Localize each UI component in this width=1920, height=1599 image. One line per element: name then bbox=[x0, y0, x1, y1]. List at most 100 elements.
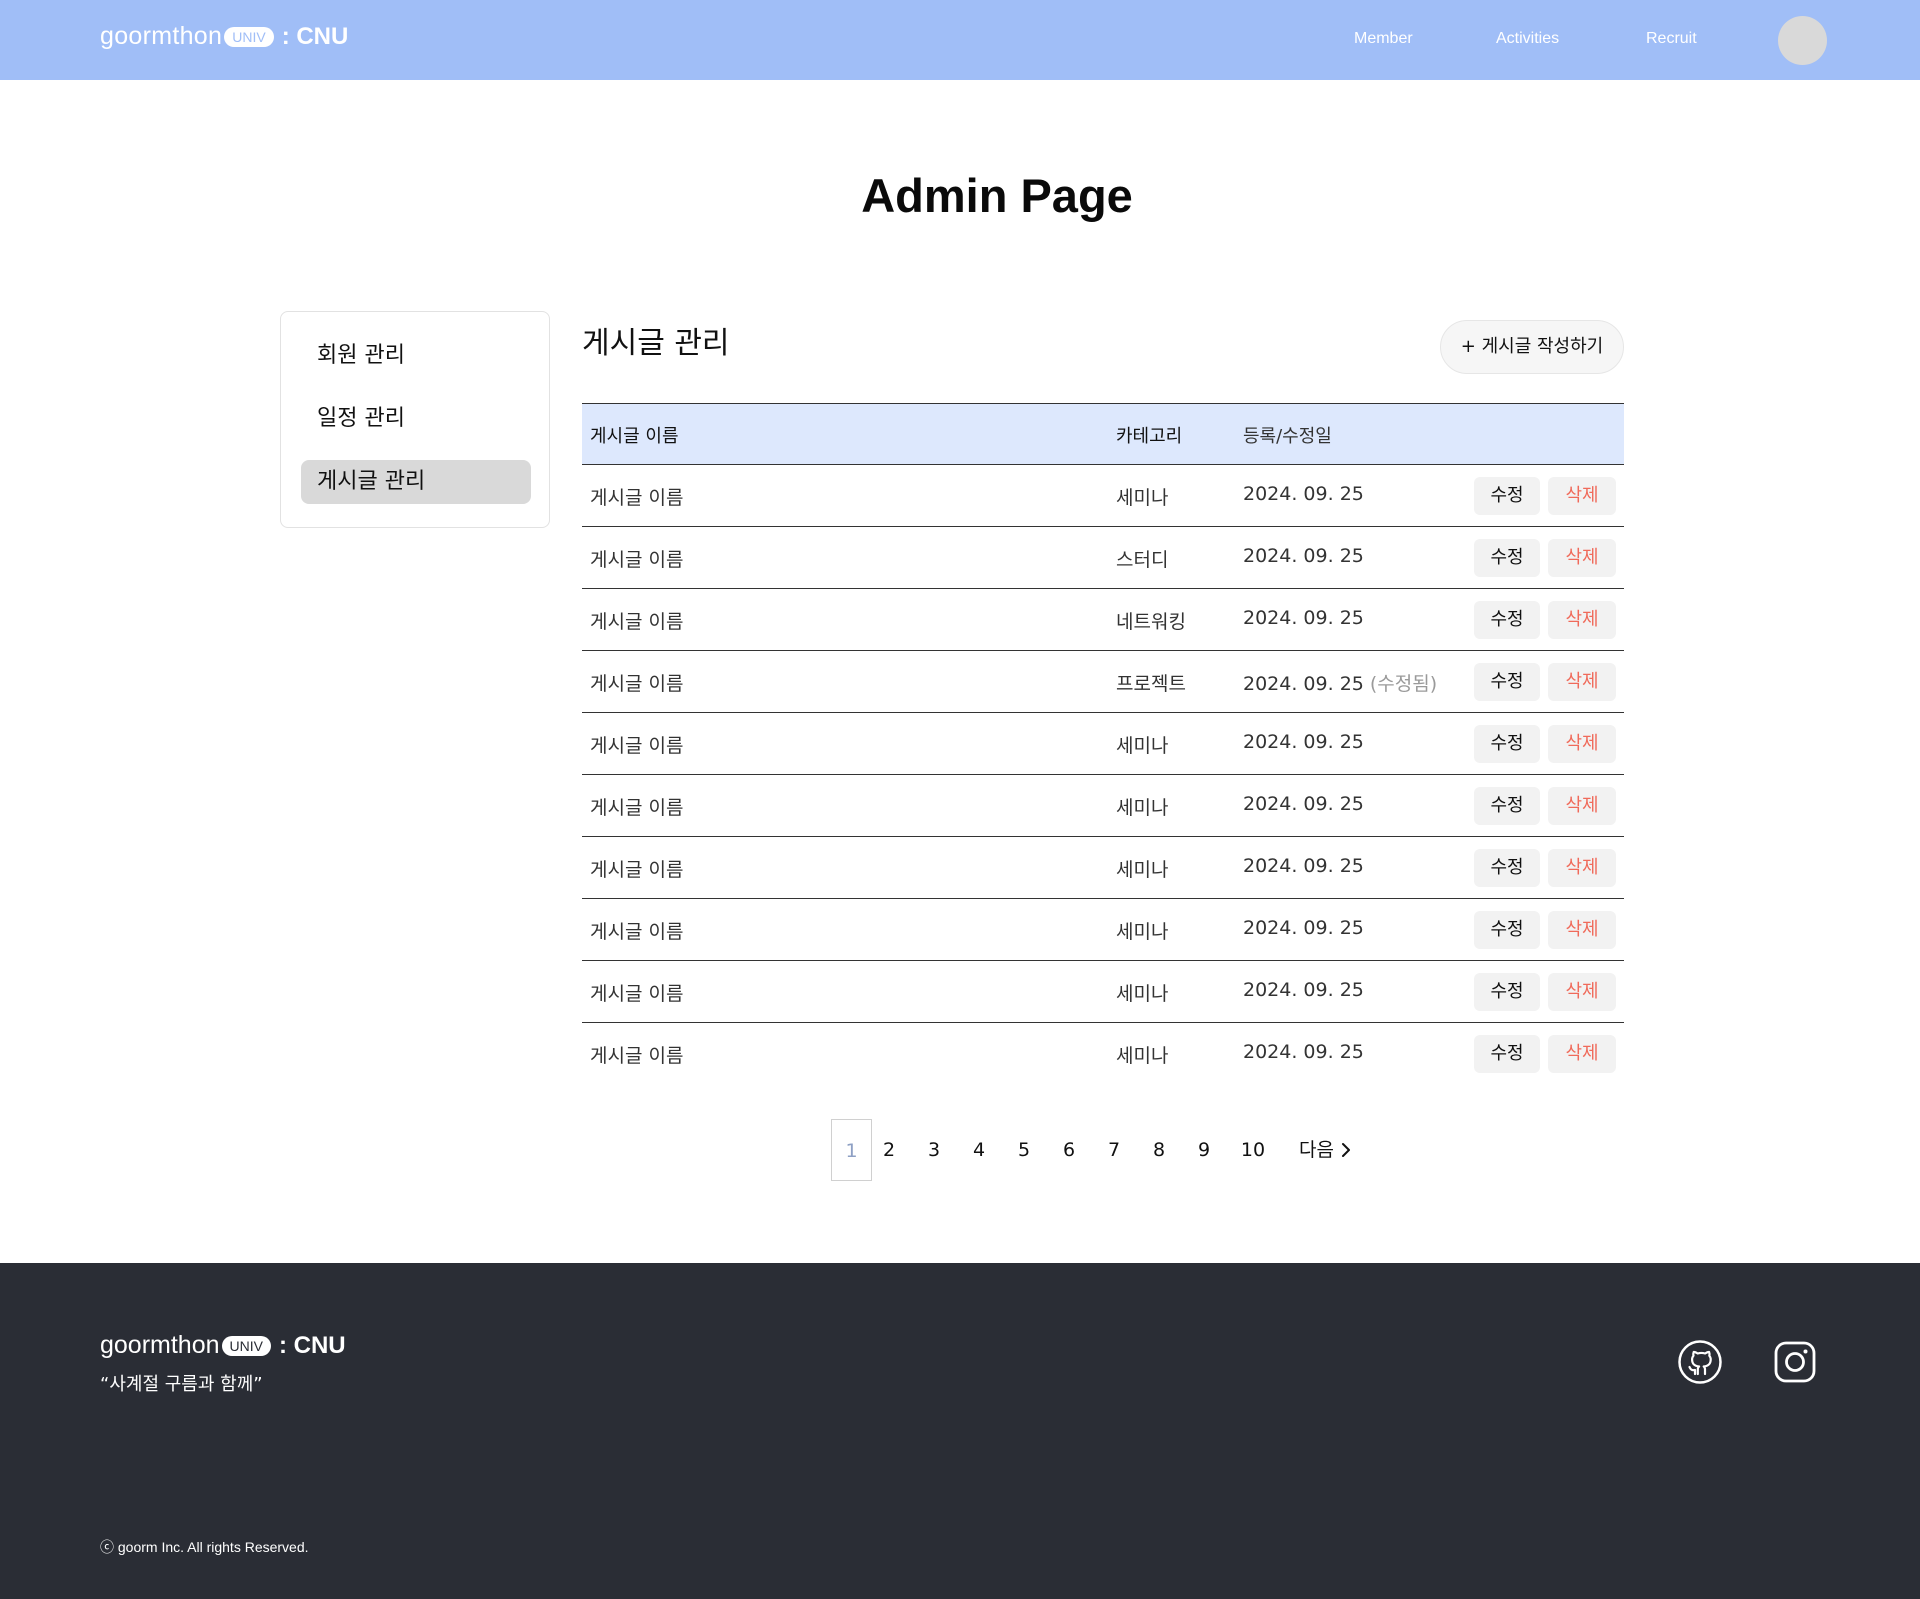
table-row[interactable]: 게시글 이름 세미나 2024. 09. 25 수정 삭제 bbox=[582, 713, 1624, 775]
table-row[interactable]: 게시글 이름 세미나 2024. 09. 25 수정 삭제 bbox=[582, 837, 1624, 899]
table-row[interactable]: 게시글 이름 세미나 2024. 09. 25 수정 삭제 bbox=[582, 899, 1624, 961]
post-date-cell: 2024. 09. 25 (수정됨) bbox=[1243, 669, 1437, 696]
post-name-cell: 게시글 이름 bbox=[590, 797, 684, 819]
post-date-value: 2024. 09. 25 bbox=[1243, 607, 1364, 629]
delete-button[interactable]: 삭제 bbox=[1548, 539, 1616, 577]
delete-button[interactable]: 삭제 bbox=[1548, 973, 1616, 1011]
post-name-cell: 게시글 이름 bbox=[590, 549, 684, 571]
sidebar-item-members[interactable]: 회원 관리 bbox=[301, 334, 531, 378]
nav-member[interactable]: Member bbox=[1354, 30, 1413, 48]
logo-suffix: : CNU bbox=[281, 22, 349, 50]
edit-button[interactable]: 수정 bbox=[1474, 1035, 1540, 1073]
post-date-value: 2024. 09. 25 bbox=[1243, 673, 1364, 695]
post-date-value: 2024. 09. 25 bbox=[1243, 979, 1364, 1001]
post-category-cell: 세미나 bbox=[1116, 983, 1169, 1005]
post-category-cell: 네트워킹 bbox=[1116, 611, 1186, 633]
logo-univ-badge: UNIV bbox=[224, 26, 274, 47]
delete-button[interactable]: 삭제 bbox=[1548, 663, 1616, 701]
column-header-date: 등록/수정일 bbox=[1243, 426, 1332, 447]
instagram-icon[interactable] bbox=[1772, 1339, 1818, 1385]
edit-button[interactable]: 수정 bbox=[1474, 973, 1540, 1011]
delete-button[interactable]: 삭제 bbox=[1548, 1035, 1616, 1073]
table-row[interactable]: 게시글 이름 네트워킹 2024. 09. 25 수정 삭제 bbox=[582, 589, 1624, 651]
post-category-cell: 스터디 bbox=[1116, 549, 1169, 571]
header-logo[interactable]: goormthon UNIV : CNU bbox=[100, 22, 348, 51]
delete-button[interactable]: 삭제 bbox=[1548, 911, 1616, 949]
post-date-cell: 2024. 09. 25 bbox=[1243, 855, 1364, 877]
sidebar-item-schedule[interactable]: 일정 관리 bbox=[301, 397, 531, 441]
page-3[interactable]: 3 bbox=[919, 1119, 949, 1181]
page-6[interactable]: 6 bbox=[1054, 1119, 1084, 1181]
page-4[interactable]: 4 bbox=[964, 1119, 994, 1181]
edit-button[interactable]: 수정 bbox=[1474, 477, 1540, 515]
column-header-name: 게시글 이름 bbox=[590, 426, 679, 447]
delete-button[interactable]: 삭제 bbox=[1548, 601, 1616, 639]
nav-recruit[interactable]: Recruit bbox=[1646, 30, 1697, 48]
post-name-cell: 게시글 이름 bbox=[590, 735, 684, 757]
next-page-label: 다음 bbox=[1299, 1139, 1334, 1161]
edit-button[interactable]: 수정 bbox=[1474, 911, 1540, 949]
post-name-cell: 게시글 이름 bbox=[590, 983, 684, 1005]
delete-button[interactable]: 삭제 bbox=[1548, 477, 1616, 515]
post-date-cell: 2024. 09. 25 bbox=[1243, 545, 1364, 567]
post-edited-note: (수정됨) bbox=[1369, 673, 1438, 695]
table-row[interactable]: 게시글 이름 스터디 2024. 09. 25 수정 삭제 bbox=[582, 527, 1624, 589]
next-page-button[interactable]: 다음 bbox=[1299, 1119, 1352, 1181]
top-header: goormthon UNIV : CNU Member Activities R… bbox=[0, 0, 1920, 80]
page-9[interactable]: 9 bbox=[1189, 1119, 1219, 1181]
posts-table: 게시글 이름 카테고리 등록/수정일 게시글 이름 세미나 2024. 09. 25… bbox=[582, 403, 1624, 1085]
edit-button[interactable]: 수정 bbox=[1474, 849, 1540, 887]
table-row[interactable]: 게시글 이름 세미나 2024. 09. 25 수정 삭제 bbox=[582, 775, 1624, 837]
edit-button[interactable]: 수정 bbox=[1474, 539, 1540, 577]
table-body: 게시글 이름 세미나 2024. 09. 25 수정 삭제 게시글 이름 스터디 2024. … bbox=[582, 465, 1624, 1085]
page-7[interactable]: 7 bbox=[1099, 1119, 1129, 1181]
table-row[interactable]: 게시글 이름 세미나 2024. 09. 25 수정 삭제 bbox=[582, 1023, 1624, 1085]
edit-button[interactable]: 수정 bbox=[1474, 787, 1540, 825]
footer-logo-suffix: : CNU bbox=[278, 1331, 346, 1359]
post-date-cell: 2024. 09. 25 bbox=[1243, 793, 1364, 815]
sidebar-item-posts[interactable]: 게시글 관리 bbox=[301, 460, 531, 504]
page-10[interactable]: 10 bbox=[1234, 1119, 1272, 1181]
post-category-cell: 세미나 bbox=[1116, 735, 1169, 757]
table-header: 게시글 이름 카테고리 등록/수정일 bbox=[582, 403, 1624, 465]
post-name-cell: 게시글 이름 bbox=[590, 673, 684, 695]
delete-button[interactable]: 삭제 bbox=[1548, 787, 1616, 825]
edit-button[interactable]: 수정 bbox=[1474, 725, 1540, 763]
post-category-cell: 세미나 bbox=[1116, 487, 1169, 509]
post-date-value: 2024. 09. 25 bbox=[1243, 731, 1364, 753]
post-category-cell: 세미나 bbox=[1116, 859, 1169, 881]
post-category-cell: 프로젝트 bbox=[1116, 673, 1186, 695]
logo-wordmark: goormthon bbox=[100, 22, 223, 50]
section-title: 게시글 관리 bbox=[582, 326, 730, 361]
post-date-value: 2024. 09. 25 bbox=[1243, 1041, 1364, 1063]
nav-activities[interactable]: Activities bbox=[1496, 30, 1559, 48]
table-row[interactable]: 게시글 이름 세미나 2024. 09. 25 수정 삭제 bbox=[582, 961, 1624, 1023]
write-post-button[interactable]: + 게시글 작성하기 bbox=[1440, 320, 1624, 374]
footer-slogan: “사계절 구름과 함께” bbox=[100, 1374, 263, 1395]
page-1[interactable]: 1 bbox=[831, 1119, 872, 1181]
chevron-right-icon bbox=[1341, 1143, 1350, 1157]
user-avatar[interactable] bbox=[1778, 16, 1827, 65]
post-date-cell: 2024. 09. 25 bbox=[1243, 917, 1364, 939]
edit-button[interactable]: 수정 bbox=[1474, 601, 1540, 639]
github-icon[interactable] bbox=[1677, 1339, 1723, 1385]
table-row[interactable]: 게시글 이름 프로젝트 2024. 09. 25 (수정됨) 수정 삭제 bbox=[582, 651, 1624, 713]
edit-button[interactable]: 수정 bbox=[1474, 663, 1540, 701]
post-name-cell: 게시글 이름 bbox=[590, 1045, 684, 1067]
post-date-cell: 2024. 09. 25 bbox=[1243, 607, 1364, 629]
footer-logo[interactable]: goormthon UNIV : CNU bbox=[100, 1331, 346, 1360]
admin-sidebar: 회원 관리 일정 관리 게시글 관리 bbox=[280, 311, 550, 528]
post-date-value: 2024. 09. 25 bbox=[1243, 917, 1364, 939]
post-name-cell: 게시글 이름 bbox=[590, 487, 684, 509]
table-row[interactable]: 게시글 이름 세미나 2024. 09. 25 수정 삭제 bbox=[582, 465, 1624, 527]
post-category-cell: 세미나 bbox=[1116, 1045, 1169, 1067]
delete-button[interactable]: 삭제 bbox=[1548, 725, 1616, 763]
page-2[interactable]: 2 bbox=[874, 1119, 904, 1181]
delete-button[interactable]: 삭제 bbox=[1548, 849, 1616, 887]
page-5[interactable]: 5 bbox=[1009, 1119, 1039, 1181]
post-category-cell: 세미나 bbox=[1116, 797, 1169, 819]
post-date-value: 2024. 09. 25 bbox=[1243, 793, 1364, 815]
post-name-cell: 게시글 이름 bbox=[590, 859, 684, 881]
page-8[interactable]: 8 bbox=[1144, 1119, 1174, 1181]
post-date-value: 2024. 09. 25 bbox=[1243, 855, 1364, 877]
